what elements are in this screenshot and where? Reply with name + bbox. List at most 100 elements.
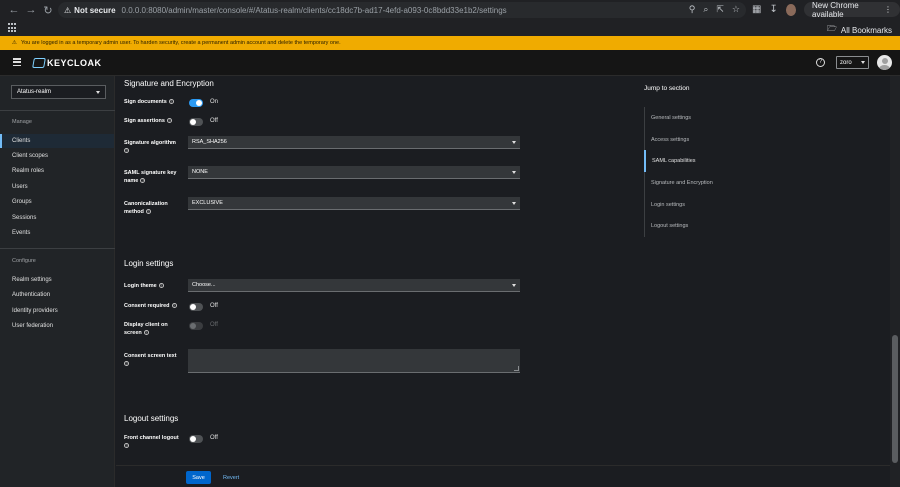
share-icon[interactable]: ⇱ (716, 4, 724, 15)
signature-algorithm-label: Signature algorithm? (124, 140, 176, 154)
login-theme-select[interactable]: Choose... (188, 279, 520, 292)
back-arrow-icon[interactable]: ← (5, 1, 23, 19)
saml-key-name-select[interactable]: NONE (188, 166, 520, 179)
signature-algorithm-select[interactable]: RSA_SHA256 (188, 136, 520, 149)
logout-section-title: Logout settings (124, 414, 179, 423)
form-actions: Save Revert (116, 465, 890, 487)
sidebar-item-identity-providers[interactable]: Identity providers (0, 304, 114, 318)
all-bookmarks-button[interactable]: 🗁 All Bookmarks (827, 23, 892, 37)
keycloak-logo[interactable]: KEYCLOAK (32, 58, 102, 68)
jump-link-login-settings[interactable]: Login settings (645, 194, 754, 216)
sign-documents-label: Sign documents? (124, 99, 174, 105)
help-icon[interactable]: ? (124, 361, 129, 367)
key-icon[interactable]: ⚲ (689, 4, 696, 15)
browser-toolbar: ← → ↻ ⚠ Not secure 0.0.0.0:8080/admin/ma… (0, 0, 900, 20)
sign-assertions-toggle[interactable] (189, 118, 203, 126)
sidebar: Atatus-realm Manage Clients Client scope… (0, 76, 115, 487)
divider (0, 248, 115, 249)
consent-required-toggle[interactable] (189, 303, 203, 311)
folder-icon: 🗁 (826, 24, 837, 33)
not-secure-indicator[interactable]: ⚠ Not secure (64, 6, 116, 15)
scrollbar-thumb[interactable] (892, 335, 898, 463)
caret-down-icon (512, 201, 516, 205)
caret-down-icon (512, 140, 516, 144)
more-vertical-icon: ⋮ (884, 5, 892, 14)
reload-icon[interactable]: ↻ (39, 1, 57, 19)
sign-documents-toggle[interactable] (189, 99, 203, 107)
canonicalization-select[interactable]: EXCLUSIVE (188, 197, 520, 210)
help-icon[interactable]: ? (140, 178, 146, 184)
bookmark-star-icon[interactable]: ☆ (732, 4, 740, 15)
jump-link-general-settings[interactable]: General settings (645, 107, 754, 129)
saml-key-name-label: SAML signature key name? (124, 170, 177, 184)
front-channel-logout-toggle[interactable] (189, 435, 203, 443)
help-icon[interactable]: ? (158, 283, 164, 289)
avatar[interactable] (877, 55, 892, 70)
sidebar-item-clients[interactable]: Clients (0, 134, 114, 148)
front-channel-logout-state: Off (210, 435, 218, 441)
signature-section-title: Signature and Encryption (124, 79, 214, 88)
help-icon[interactable]: ? (171, 303, 177, 309)
sidebar-item-realm-settings[interactable]: Realm settings (0, 273, 114, 287)
sidebar-item-realm-roles[interactable]: Realm roles (0, 164, 114, 178)
login-theme-label: Login theme? (124, 283, 164, 289)
revert-button[interactable]: Revert (218, 471, 244, 484)
manage-section-label: Manage (12, 119, 32, 125)
sign-assertions-label: Sign assertions? (124, 118, 172, 124)
help-icon[interactable]: ? (168, 99, 174, 105)
bookmarks-bar: 🗁 All Bookmarks (0, 20, 900, 36)
new-chrome-available-button[interactable]: New Chrome available ⋮ (804, 1, 900, 19)
help-icon[interactable]: ? (145, 209, 151, 215)
hamburger-menu-icon[interactable] (13, 58, 21, 66)
caret-down-icon (512, 170, 516, 174)
consent-required-label: Consent required? (124, 303, 177, 309)
profile-avatar[interactable] (785, 3, 796, 16)
sidebar-item-authentication[interactable]: Authentication (0, 288, 114, 302)
help-icon[interactable]: ? (124, 443, 129, 449)
save-button[interactable]: Save (186, 471, 211, 484)
consent-required-state: Off (210, 303, 218, 309)
masthead: KEYCLOAK ? zoro (0, 50, 900, 76)
canonicalization-label: Canonicalization method? (124, 201, 168, 215)
jump-link-logout-settings[interactable]: Logout settings (645, 215, 754, 237)
caret-down-icon (861, 61, 865, 64)
sidebar-item-groups[interactable]: Groups (0, 195, 114, 209)
realm-selector[interactable]: Atatus-realm (11, 85, 106, 99)
download-icon[interactable]: ↧ (769, 4, 777, 15)
display-client-label: Display client on screen? (124, 322, 168, 336)
help-icon[interactable]: ? (143, 330, 149, 336)
forward-arrow-icon[interactable]: → (22, 1, 40, 19)
address-bar[interactable]: ⚠ Not secure 0.0.0.0:8080/admin/master/c… (58, 2, 746, 18)
jump-link-access-settings[interactable]: Access settings (645, 129, 754, 151)
consent-text-textarea[interactable] (188, 349, 520, 373)
consent-text-label: Consent screen text? (124, 353, 177, 367)
display-client-toggle[interactable] (189, 322, 203, 330)
zoom-icon[interactable]: ⌕ (703, 4, 708, 15)
temporary-admin-warning: ⚠ You are logged in as a temporary admin… (0, 36, 900, 50)
login-section-title: Login settings (124, 259, 174, 268)
display-client-state: Off (210, 322, 218, 328)
caret-down-icon (512, 283, 516, 287)
caret-down-icon (96, 90, 100, 94)
sidebar-item-events[interactable]: Events (0, 226, 114, 240)
help-icon[interactable]: ? (816, 58, 825, 67)
user-dropdown[interactable]: zoro (836, 56, 869, 69)
jump-link-saml-capabilities[interactable]: SAML capabilities (644, 150, 754, 173)
configure-section-label: Configure (12, 258, 36, 264)
help-icon[interactable]: ? (166, 118, 172, 124)
apps-grid-icon[interactable] (8, 23, 18, 33)
sidebar-item-users[interactable]: Users (0, 180, 114, 194)
extensions-icon[interactable]: ▦ (752, 4, 761, 15)
divider (0, 110, 115, 111)
jump-to-section-title: Jump to section (644, 85, 690, 92)
jump-links: General settings Access settings SAML ca… (644, 107, 754, 238)
sidebar-item-client-scopes[interactable]: Client scopes (0, 149, 114, 163)
sidebar-item-sessions[interactable]: Sessions (0, 211, 114, 225)
front-channel-logout-label: Front channel logout? (124, 435, 179, 449)
keycloak-mark-icon (32, 58, 46, 68)
jump-link-signature-encryption[interactable]: Signature and Encryption (645, 172, 754, 194)
sign-documents-state: On (210, 99, 219, 105)
help-icon[interactable]: ? (124, 148, 129, 154)
url-text: 0.0.0.0:8080/admin/master/console/#/Atat… (121, 5, 507, 15)
sidebar-item-user-federation[interactable]: User federation (0, 319, 114, 333)
